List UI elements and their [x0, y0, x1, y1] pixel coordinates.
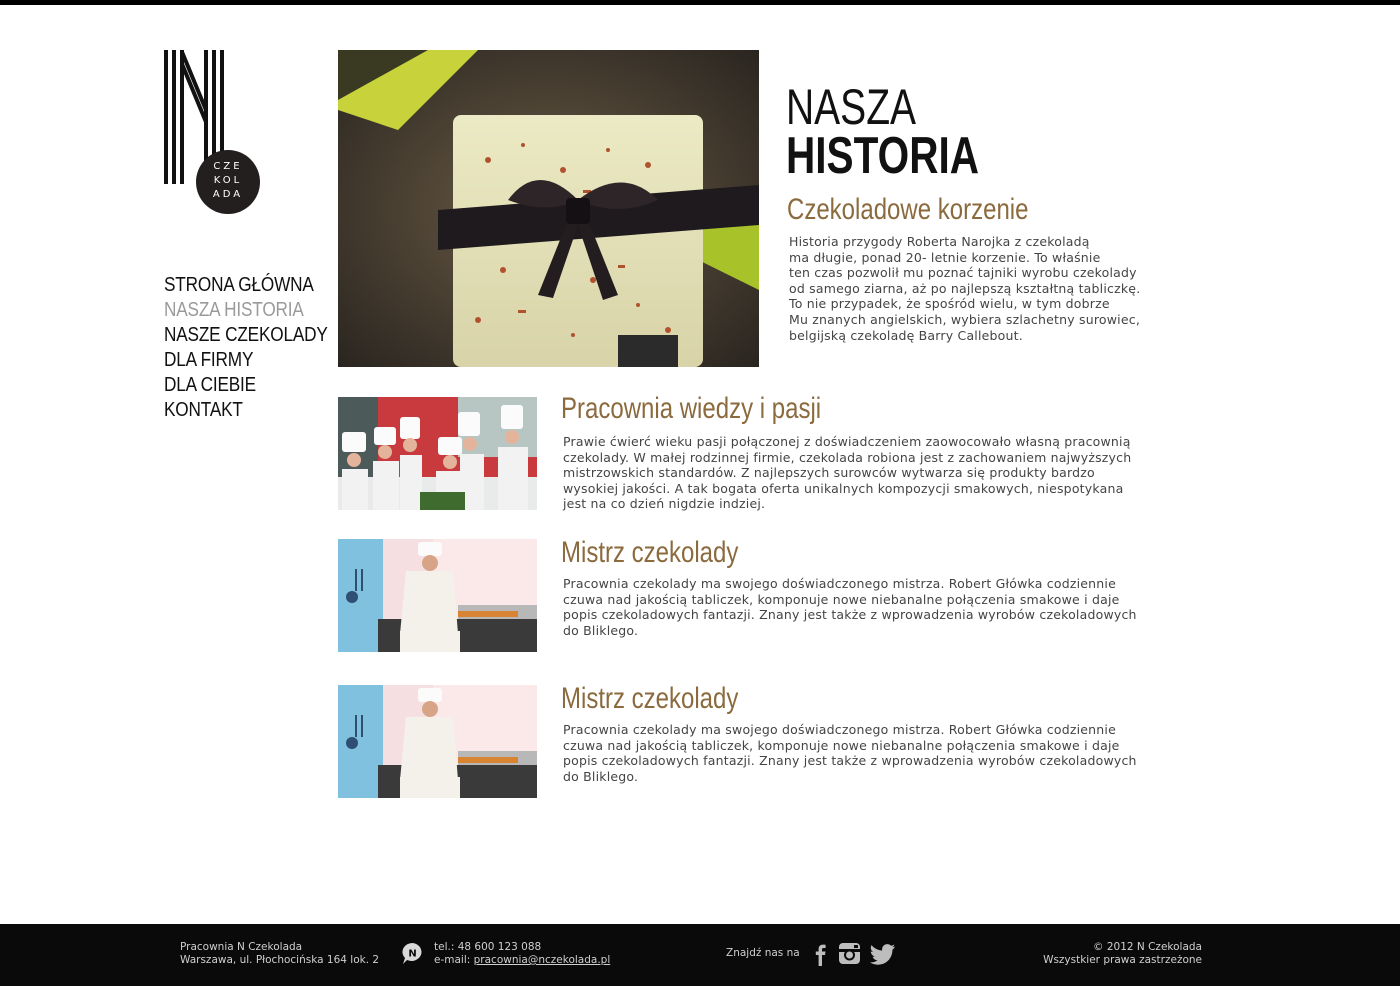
footer-email-link[interactable]: pracownia@nczekolada.pl	[474, 954, 611, 966]
section-1-title: Pracownia wiedzy i pasji	[561, 392, 822, 425]
footer-copyright: © 2012 N Czekolada Wszystkier prawa zast…	[1043, 941, 1202, 966]
instagram-icon[interactable]	[837, 942, 863, 966]
section-photo-master-2	[338, 685, 537, 798]
main-nav: STRONA GŁÓWNA NASZA HISTORIA NASZE CZEKO…	[164, 273, 334, 423]
hero-chocolate-photo	[338, 50, 759, 367]
intro-title: Czekoladowe korzenie	[787, 193, 1029, 226]
page-title: NASZA HISTORIA	[786, 79, 980, 185]
twitter-icon[interactable]	[870, 942, 896, 966]
nav-item-business[interactable]: DLA FIRMY	[164, 348, 310, 373]
footer-address: Pracownia N Czekolada Warszawa, ul. Płoc…	[180, 941, 380, 966]
section-3-title: Mistrz czekolady	[561, 682, 739, 715]
section-2-title: Mistrz czekolady	[561, 536, 739, 569]
footer-phone: tel.: 48 600 123 088	[434, 941, 542, 953]
speech-bubble-icon: N	[401, 942, 424, 965]
section-1-text: Prawie ćwierć wieku pasji połączonej z d…	[563, 434, 1132, 512]
intro-text: Historia przygody Roberta Narojka z czek…	[789, 234, 1141, 343]
section-2-text: Pracownia czekolady ma swojego doświadcz…	[563, 576, 1137, 638]
nav-item-contact[interactable]: KONTAKT	[164, 398, 310, 423]
top-bar	[0, 0, 1400, 5]
nav-item-for-you[interactable]: DLA CIEBIE	[164, 373, 310, 398]
svg-text:N: N	[408, 949, 416, 960]
section-photo-master-1	[338, 539, 537, 652]
footer-find-us: Znajdź nas na	[726, 947, 800, 959]
section-3-text: Pracownia czekolady ma swojego doświadcz…	[563, 722, 1137, 784]
section-photo-chefs	[338, 397, 537, 510]
logo[interactable]: CZE KOL ADA	[164, 50, 264, 216]
logo-circle-text: CZE KOL ADA	[212, 161, 244, 200]
nav-item-history[interactable]: NASZA HISTORIA	[164, 298, 310, 323]
footer-contact: tel.: 48 600 123 088 e-mail: pracownia@n…	[434, 941, 610, 967]
footer-email-label: e-mail:	[434, 954, 474, 966]
nav-item-home[interactable]: STRONA GŁÓWNA	[164, 273, 314, 298]
nav-item-chocolates[interactable]: NASZE CZEKOLADY	[164, 323, 328, 348]
footer: Pracownia N Czekolada Warszawa, ul. Płoc…	[0, 924, 1400, 986]
facebook-icon[interactable]	[808, 942, 834, 966]
